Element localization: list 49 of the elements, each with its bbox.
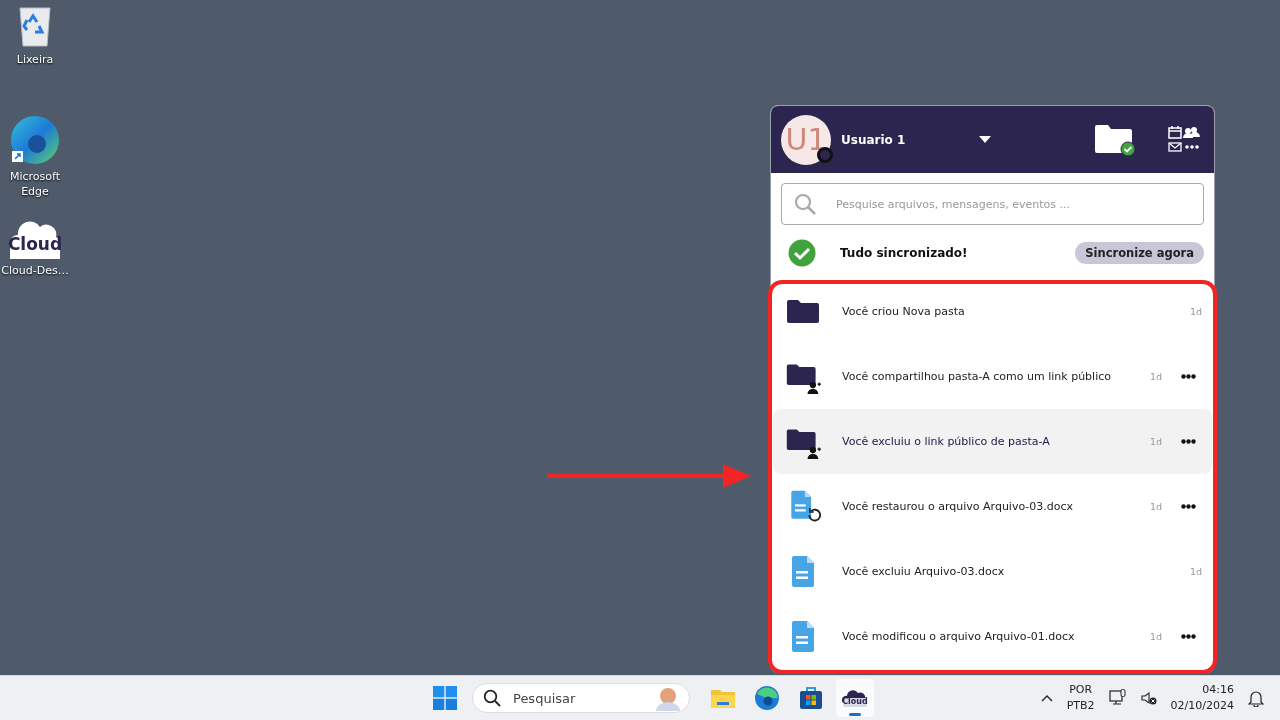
sync-ok-icon	[788, 239, 816, 267]
activity-row[interactable]: Você compartilhou pasta-A como um link público 1d	[773, 344, 1212, 409]
activity-text: Você modificou o arquivo Arquivo-01.docx	[842, 630, 1076, 643]
input-language-indicator[interactable]: POR PTB2	[1066, 682, 1095, 714]
more-dots-icon	[1180, 634, 1196, 639]
activity-text: Você excluiu o link público de pasta-A	[842, 435, 1051, 448]
volume-muted-icon[interactable]	[1140, 690, 1157, 706]
activity-time: 1d	[1189, 566, 1202, 577]
recycle-bin-icon[interactable]	[17, 4, 53, 48]
desktop-icon-label: Cloud-Des…	[1, 263, 69, 278]
network-icon[interactable]	[1108, 689, 1127, 707]
desktop-icon-label: Microsoft Edge	[8, 169, 62, 199]
apps-grid-icon[interactable]	[1168, 124, 1200, 155]
activity-text: Você criou Nova pasta	[842, 305, 966, 318]
activity-time: 1d	[1149, 501, 1162, 512]
more-dots-icon	[1180, 439, 1196, 444]
activity-text: Você compartilhou pasta-A como um link público	[842, 370, 1112, 383]
activity-time: 1d	[1149, 631, 1162, 642]
search-icon	[483, 689, 501, 707]
taskbar-search-input[interactable]: Pesquisar	[511, 689, 643, 707]
desktop-icon-label: Lixeira	[16, 52, 54, 67]
activity-text: Você excluiu Arquivo-03.docx	[842, 565, 1006, 578]
edge-icon[interactable]	[10, 115, 60, 165]
activity-row[interactable]: Você excluiu o link público de pasta-A 1d	[773, 409, 1212, 474]
sync-status: Tudo sincronizado!	[840, 246, 969, 260]
activity-text: Você restaurou o arquivo Arquivo-03.docx	[842, 500, 1075, 513]
folder-synced-icon[interactable]	[1094, 122, 1136, 157]
activity-row[interactable]: Você criou Nova pasta 1d	[773, 279, 1212, 344]
notification-bell-icon[interactable]	[1248, 689, 1264, 707]
search-highlight-drawing	[653, 685, 683, 711]
taskbar-search-bar[interactable]: Pesquisar	[472, 683, 690, 713]
activity-row[interactable]: Você modificou o arquivo Arquivo-01.docx 1d	[773, 604, 1212, 669]
activity-row[interactable]: Você excluiu Arquivo-03.docx 1d	[773, 539, 1212, 604]
user-name: Usuario 1	[841, 132, 907, 147]
chevron-up-icon[interactable]	[1040, 694, 1053, 702]
clock[interactable]: 04:16 02/10/2024	[1170, 682, 1234, 714]
sync-now-button[interactable]: Sincronize agora	[1075, 242, 1204, 264]
search-icon	[794, 193, 816, 215]
store-icon	[799, 686, 823, 710]
activity-time: 1d	[1189, 306, 1202, 317]
folder-icon	[710, 687, 736, 709]
edge-icon	[754, 685, 780, 711]
search-bar[interactable]: Pesquise arquivos, mensagens, eventos ...	[781, 183, 1204, 225]
activity-time: 1d	[1149, 436, 1162, 447]
more-dots-icon	[1180, 374, 1196, 379]
activity-time: 1d	[1149, 371, 1162, 382]
more-dots-icon	[1180, 504, 1196, 509]
dropdown-caret-icon[interactable]	[979, 135, 991, 144]
activity-row[interactable]: Você restaurou o arquivo Arquivo-03.docx 1d	[773, 474, 1212, 539]
